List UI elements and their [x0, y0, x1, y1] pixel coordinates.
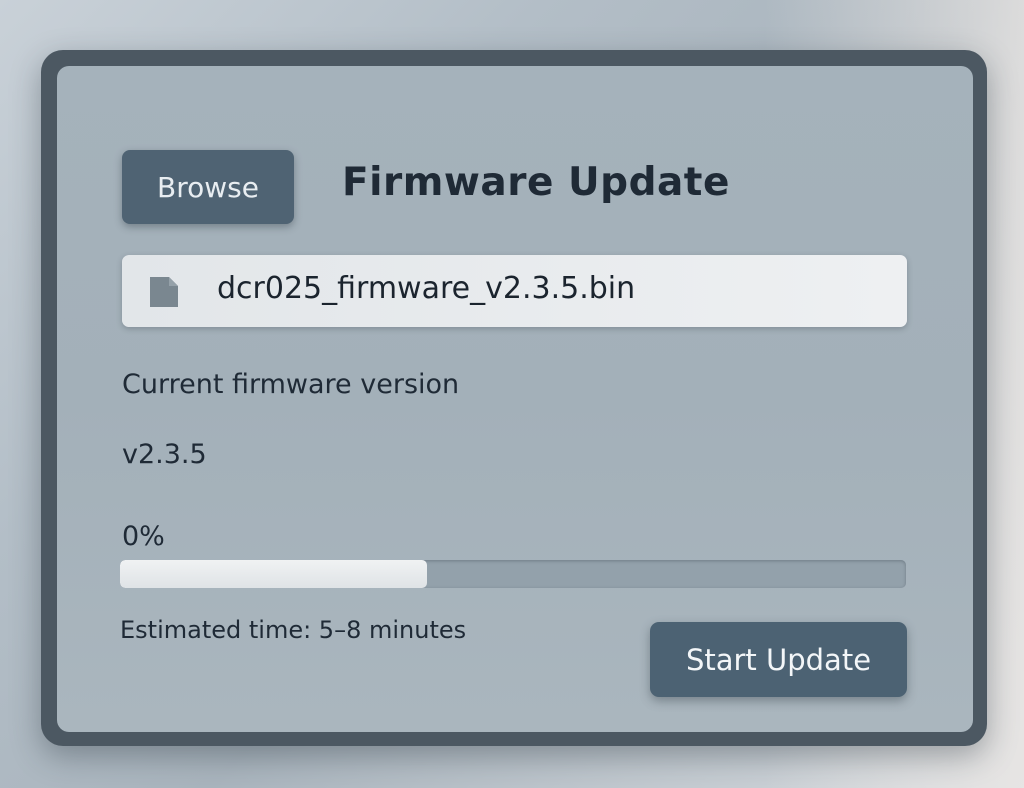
browse-button[interactable]: Browse — [122, 150, 294, 224]
file-icon — [147, 275, 181, 309]
file-name: dcr025_firmware_v2.3.5.bin — [217, 271, 636, 306]
estimated-time: Estimated time: 5–8 minutes — [120, 616, 467, 644]
monitor-bezel: Browse Firmware Update dcr025_firmware_v… — [41, 50, 987, 746]
current-firmware-value: v2.3.5 — [122, 439, 207, 470]
page-title: Firmware Update — [342, 160, 730, 205]
start-update-button[interactable]: Start Update — [650, 622, 907, 697]
progress-percentage: 0% — [122, 521, 165, 552]
selected-file-field[interactable]: dcr025_firmware_v2.3.5.bin — [122, 255, 907, 327]
progress-bar — [120, 560, 906, 588]
progress-bar-fill — [120, 560, 427, 588]
firmware-update-dialog: Browse Firmware Update dcr025_firmware_v… — [57, 66, 973, 732]
current-firmware-label: Current firmware version — [122, 369, 460, 400]
